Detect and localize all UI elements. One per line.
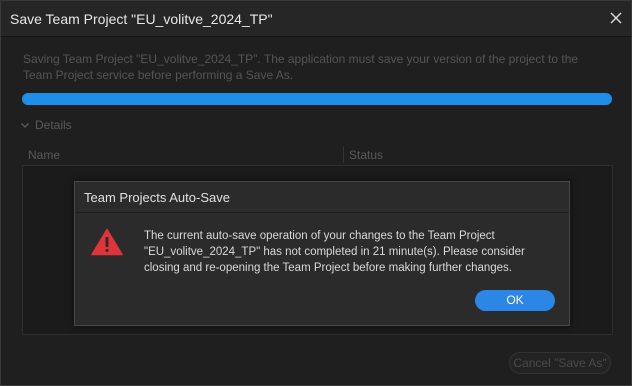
save-status-message: Saving Team Project "EU_volitve_2024_TP"…: [23, 52, 579, 82]
dialog-message: The current auto-save operation of your …: [144, 230, 525, 274]
ok-button[interactable]: OK: [475, 290, 555, 311]
column-header-status[interactable]: Status: [349, 148, 383, 162]
details-label: Details: [35, 118, 72, 132]
auto-save-dialog: Team Projects Auto-Save The current auto…: [74, 181, 570, 326]
save-progress-bar: [22, 93, 612, 105]
details-toggle[interactable]: Details: [20, 118, 72, 132]
warning-icon: [91, 228, 123, 256]
dialog-title: Team Projects Auto-Save: [84, 190, 230, 205]
cancel-save-as-button[interactable]: Cancel "Save As": [509, 352, 611, 374]
window-title: Save Team Project "EU_volitve_2024_TP": [10, 11, 273, 27]
save-progress-fill: [22, 93, 612, 105]
close-icon[interactable]: [605, 7, 627, 29]
chevron-down-icon: [21, 123, 29, 128]
column-divider: [343, 146, 344, 163]
title-bar: Save Team Project "EU_volitve_2024_TP": [1, 1, 631, 37]
column-header-name[interactable]: Name: [28, 148, 60, 162]
save-team-project-window: Save Team Project "EU_volitve_2024_TP" S…: [0, 0, 632, 386]
dialog-divider: [75, 212, 569, 213]
